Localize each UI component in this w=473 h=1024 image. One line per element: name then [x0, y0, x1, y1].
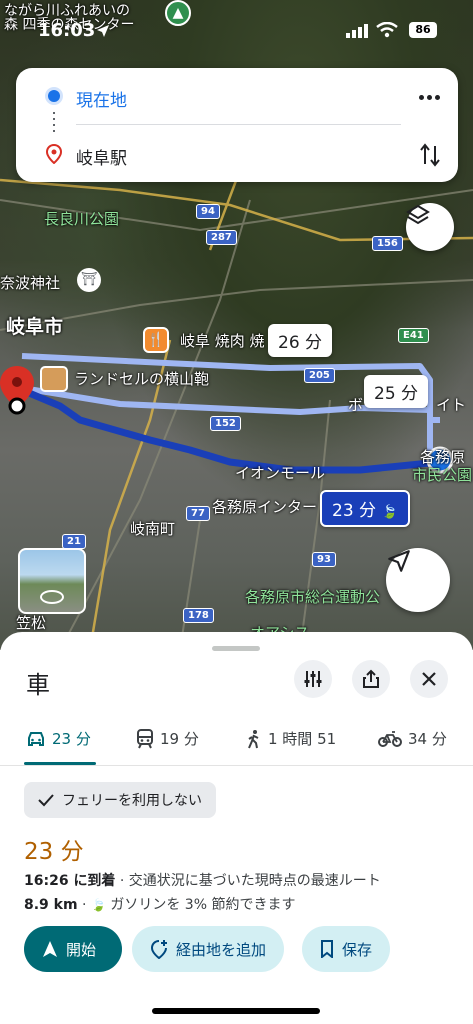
shrine-icon[interactable]: ⛩ — [77, 268, 101, 292]
selected-route-time-label: 23 分 — [332, 501, 377, 521]
bookmark-icon — [321, 940, 333, 958]
navigation-arrow-icon — [388, 550, 410, 572]
save-label: 保存 — [342, 940, 373, 959]
start-button[interactable]: 開始 — [24, 926, 122, 972]
map-label-city: 岐阜市 — [6, 316, 64, 338]
route-distance: 8.9 km — [24, 897, 78, 913]
sheet-drag-handle[interactable] — [212, 646, 260, 651]
route-shield: 178 — [183, 608, 214, 623]
destination-field[interactable]: 岐阜駅 — [76, 144, 127, 169]
map-label-ginan: 岐南町 — [130, 520, 176, 538]
route-options-button[interactable] — [294, 660, 332, 698]
walk-icon — [248, 729, 259, 748]
tune-icon — [304, 671, 322, 687]
map-label-interchange: 各務原インター — [212, 498, 318, 516]
add-stop-label: 経由地を追加 — [176, 940, 267, 959]
more-dots-icon — [418, 94, 424, 100]
map-label-aeon: イオンモール — [235, 464, 326, 482]
ferry-filter-chip[interactable]: フェリーを利用しない — [24, 782, 216, 818]
origin-dot-icon — [48, 90, 60, 102]
route-dots-icon — [53, 112, 55, 134]
map-label-partial: ボ — [348, 396, 364, 414]
route-duration: 23 分 — [24, 839, 84, 865]
map-label-citypark: 市民公園 — [412, 466, 473, 484]
more-options-button[interactable] — [414, 82, 444, 112]
ferry-chip-label: フェリーを利用しない — [62, 793, 202, 809]
bike-icon — [378, 730, 402, 747]
selected-route-time[interactable]: 23 分 🍃 — [320, 490, 410, 527]
swap-icon[interactable] — [418, 142, 442, 168]
tab-bike[interactable]: 34 分 — [378, 728, 447, 749]
route-shield: 77 — [186, 506, 210, 521]
route-shield: 152 — [210, 416, 241, 431]
map-label-park: 長良川公園 — [44, 210, 120, 228]
status-bar: 16:03 86 — [0, 0, 473, 50]
directions-card: 現在地 岐阜駅 — [16, 68, 458, 182]
eco-savings: ガソリンを 3% 節約できます — [110, 897, 296, 913]
distance-info: 8.9 km · 🍃 ガソリンを 3% 節約できます — [24, 897, 296, 913]
divider — [76, 124, 401, 125]
tab-car[interactable]: 23 分 — [26, 728, 91, 749]
eco-leaf-icon: 🍃 — [381, 505, 398, 520]
add-stop-button[interactable]: 経由地を追加 — [132, 926, 285, 972]
car-icon — [28, 731, 44, 746]
map-label-shrine: 奈波神社 — [0, 274, 61, 292]
route-shield: 287 — [206, 230, 237, 245]
signal-icon — [346, 24, 368, 38]
layers-button[interactable] — [406, 203, 454, 251]
tab-transit-label: 19 分 — [160, 730, 199, 748]
rotate-360-icon — [40, 590, 64, 604]
map-label-partial2: イト — [436, 396, 467, 414]
map-label-shop: ランドセルの横山鞄 — [74, 370, 210, 388]
arrival-time: 16:26 に到着 — [24, 873, 116, 889]
battery-indicator: 86 — [409, 22, 437, 38]
alt-route-time-2[interactable]: 25 分 — [364, 375, 429, 408]
arrival-info: 16:26 に到着 · 交通状況に基づいた現時点の最速ルート — [24, 870, 381, 890]
navigation-icon — [43, 941, 57, 957]
start-button-label: 開始 — [66, 940, 97, 959]
eco-leaf-icon: 🍃 — [90, 898, 106, 912]
share-icon — [363, 669, 379, 688]
add-location-icon — [150, 940, 167, 959]
destination-pin-icon — [46, 144, 62, 164]
route-shield: 205 — [304, 368, 335, 383]
route-description: · 交通状況に基づいた現時点の最速ルート — [115, 873, 381, 889]
tab-walk[interactable]: 1 時間 51 — [246, 728, 336, 749]
sheet-title: 車 — [26, 671, 50, 699]
alt-route-time-1[interactable]: 26 分 — [268, 324, 333, 357]
wifi-icon — [376, 22, 398, 38]
check-icon — [38, 794, 54, 807]
status-time: 16:03 — [38, 20, 96, 41]
tab-transit[interactable]: 19 分 — [136, 728, 199, 749]
home-indicator[interactable] — [152, 1008, 320, 1014]
route-shield: 93 — [312, 552, 336, 567]
route-shield: 21 — [62, 534, 86, 549]
tab-car-label: 23 分 — [52, 730, 91, 748]
shop-thumbnail[interactable] — [40, 366, 68, 392]
map-label-kasamatsu: 笠松 — [16, 614, 47, 632]
close-icon — [422, 672, 436, 686]
origin-field[interactable]: 現在地 — [76, 86, 127, 111]
map-label-park2: 各務原市総合運動公 — [245, 588, 381, 606]
close-button[interactable] — [410, 660, 448, 698]
route-shield: 156 — [372, 236, 403, 251]
route-bottom-sheet: 車 23 分 19 分 1 時間 51 34 分 フェリーを利用しない 23 分… — [0, 632, 473, 1024]
train-icon — [137, 728, 153, 748]
share-button[interactable] — [352, 660, 390, 698]
expressway-shield: E41 — [398, 328, 429, 343]
route-shield: 94 — [196, 204, 220, 219]
tab-divider — [0, 765, 473, 766]
recenter-button[interactable] — [386, 548, 450, 612]
layers-icon — [406, 204, 430, 225]
tab-bike-label: 34 分 — [408, 730, 447, 748]
save-button[interactable]: 保存 — [302, 926, 391, 972]
tab-walk-label: 1 時間 51 — [268, 730, 337, 748]
location-arrow-icon — [97, 25, 109, 37]
map-label-restaurant: 岐阜 焼肉 焼 — [180, 332, 265, 350]
street-view-thumbnail[interactable] — [18, 548, 86, 614]
restaurant-icon[interactable]: 🍴 — [143, 327, 169, 353]
